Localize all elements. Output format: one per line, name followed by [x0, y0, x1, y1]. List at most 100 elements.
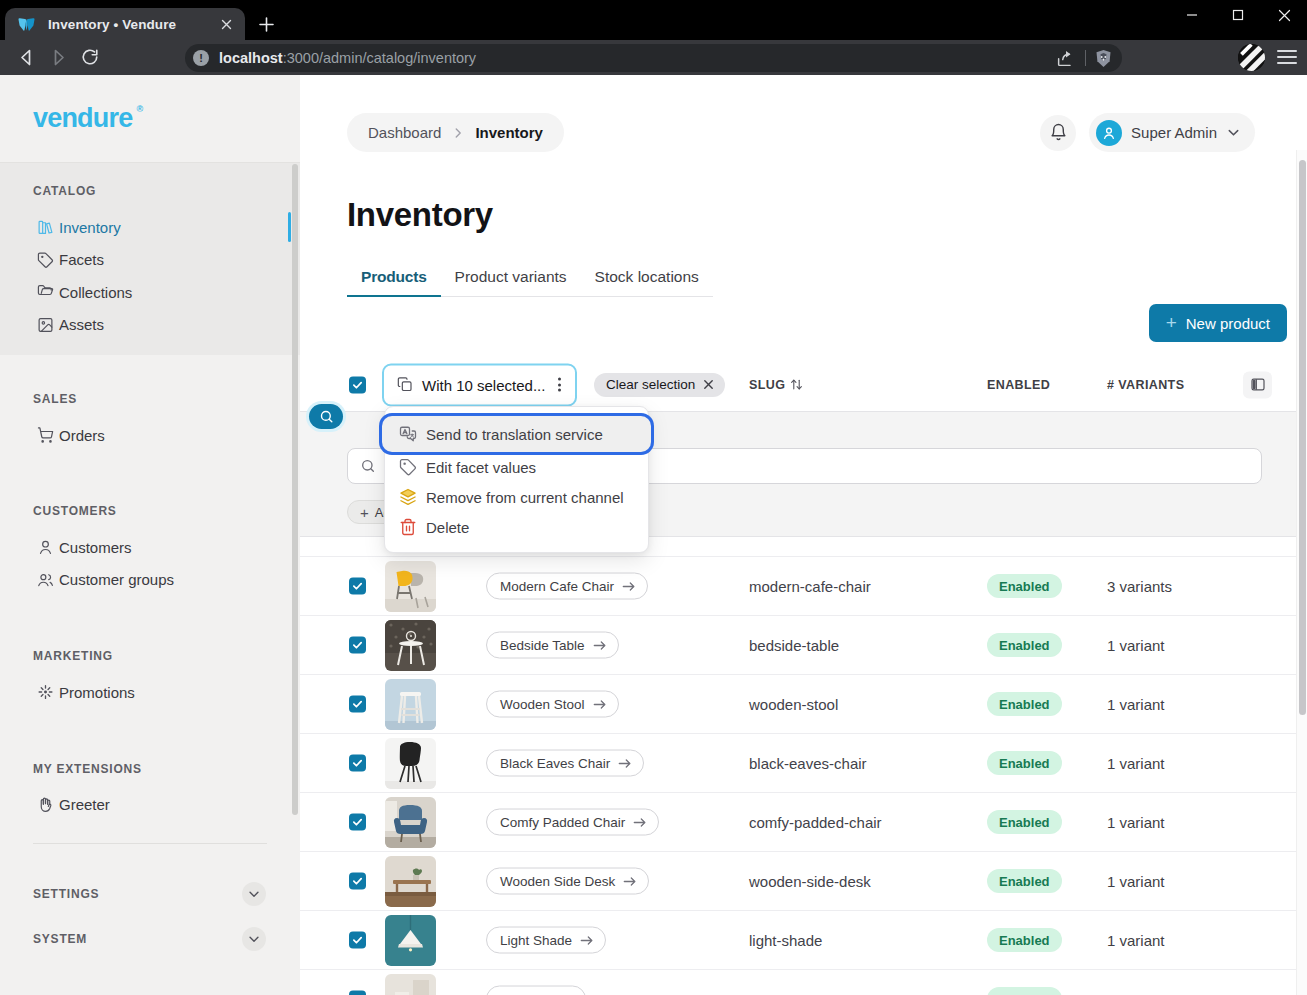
tab-close-icon[interactable]	[217, 15, 235, 33]
window-close-button[interactable]	[1261, 0, 1307, 30]
product-image	[385, 738, 436, 789]
vendure-logo[interactable]: vendure®	[33, 103, 132, 134]
table-row: Modern Cafe Chair modern-cafe-chair Enab…	[300, 557, 1296, 616]
sidebar-section-settings[interactable]: SETTINGS	[0, 878, 300, 910]
menu-item-delete[interactable]: Delete	[390, 512, 643, 542]
arrow-right-icon	[623, 875, 637, 887]
clear-selection-chip[interactable]: Clear selection	[594, 373, 725, 397]
chevron-down-icon[interactable]	[242, 927, 266, 951]
menu-item-send-to-translation-service[interactable]: Send to translation service	[382, 416, 651, 452]
brave-shield-icon[interactable]	[1095, 49, 1112, 68]
reload-button[interactable]	[77, 44, 103, 70]
product-name-link[interactable]: Black Eaves Chair	[486, 750, 644, 777]
new-tab-button[interactable]	[252, 10, 280, 38]
quick-search-button[interactable]	[309, 404, 343, 429]
page-header: Dashboard Inventory Super Admin	[300, 75, 1296, 152]
sidebar-item-assets[interactable]: Assets	[0, 309, 300, 342]
product-name-link[interactable]: Light Shade	[486, 927, 606, 954]
arrow-right-icon	[593, 639, 607, 651]
column-header-enabled: ENABLED	[987, 378, 1050, 392]
new-product-button[interactable]: + New product	[1149, 304, 1287, 342]
column-header-variants: # VARIANTS	[1107, 378, 1184, 392]
sidebar-item-facets[interactable]: Facets	[0, 244, 300, 277]
product-slug: bedside-table	[749, 637, 839, 654]
product-slug: light-shade	[749, 932, 822, 949]
browser-tab[interactable]: Inventory • Vendure	[5, 8, 245, 40]
tabs: ProductsProduct variantsStock locations	[347, 258, 713, 297]
favicon-vendure-icon	[18, 17, 35, 32]
chevron-down-icon[interactable]	[242, 882, 266, 906]
url-text[interactable]: localhost:3000/admin/catalog/inventory	[219, 50, 1056, 66]
with-selected-button[interactable]: With 10 selected...	[382, 363, 577, 406]
browser-profile-avatar[interactable]	[1238, 44, 1265, 71]
address-bar[interactable]: ! localhost:3000/admin/catalog/inventory	[185, 44, 1122, 72]
row-checkbox[interactable]	[349, 873, 366, 890]
product-image	[385, 915, 436, 966]
sidebar-item-customer-groups[interactable]: Customer groups	[0, 564, 300, 597]
bulk-actions-dropdown: Send to translation service Edit facet v…	[384, 406, 649, 553]
menu-item-remove-from-current-channel[interactable]: Remove from current channel	[390, 482, 643, 512]
hand-icon	[37, 796, 54, 814]
status-badge: Enabled	[987, 810, 1062, 834]
breadcrumb-dashboard[interactable]: Dashboard	[368, 124, 441, 141]
row-checkbox[interactable]	[349, 755, 366, 772]
user-icon	[1101, 125, 1117, 141]
row-checkbox[interactable]	[349, 696, 366, 713]
product-name-link[interactable]: Wooden Side Desk	[486, 868, 649, 895]
product-name-link[interactable]: Bedside Table	[486, 632, 619, 659]
url-host: localhost	[219, 50, 283, 66]
sidebar-item-customers[interactable]: Customers	[0, 531, 300, 564]
product-name-link[interactable]	[486, 986, 586, 995]
sidebar-item-greeter[interactable]: Greeter	[0, 789, 300, 822]
tab-product-variants[interactable]: Product variants	[441, 258, 581, 296]
variant-count: 1 variant	[1107, 873, 1165, 890]
menu-item-edit-facet-values[interactable]: Edit facet values	[390, 452, 643, 482]
bulk-action-bar: With 10 selected... Clear selection SLUG…	[300, 358, 1296, 411]
product-slug: wooden-stool	[749, 696, 838, 713]
user-icon	[37, 538, 54, 556]
sidebar-scrollbar[interactable]	[292, 164, 298, 815]
actions-row: + New product	[300, 304, 1287, 342]
product-name-link[interactable]: Modern Cafe Chair	[486, 573, 648, 600]
back-button[interactable]	[13, 44, 39, 70]
tab-products[interactable]: Products	[347, 258, 441, 296]
window-maximize-button[interactable]	[1215, 0, 1261, 30]
sparkles-icon	[37, 683, 54, 701]
sidebar-item-collections[interactable]: Collections	[0, 276, 300, 309]
sidebar-item-inventory[interactable]: Inventory	[0, 211, 300, 244]
sidebar-item-orders[interactable]: Orders	[0, 419, 300, 452]
product-name-link[interactable]: Wooden Stool	[486, 691, 619, 718]
status-badge: Enabled	[987, 928, 1062, 952]
column-header-slug[interactable]: SLUG	[749, 378, 803, 392]
translate-icon	[399, 425, 417, 443]
tag-icon	[37, 251, 54, 269]
row-checkbox[interactable]	[349, 814, 366, 831]
page-scrollbar-thumb[interactable]	[1299, 160, 1306, 715]
plus-icon: +	[1166, 312, 1177, 334]
forward-button[interactable]	[45, 44, 71, 70]
breadcrumb-chevron-icon	[451, 126, 465, 140]
share-icon[interactable]	[1056, 49, 1076, 67]
column-picker-button[interactable]	[1243, 371, 1272, 398]
notifications-button[interactable]	[1040, 115, 1076, 151]
row-checkbox[interactable]	[349, 932, 366, 949]
sidebar-item-promotions[interactable]: Promotions	[0, 676, 300, 709]
row-checkbox[interactable]	[349, 991, 366, 995]
product-name-link[interactable]: Comfy Padded Chair	[486, 809, 659, 836]
arrow-right-icon	[618, 757, 632, 769]
browser-window: Inventory • Vendure	[0, 0, 1307, 995]
table-row: Bedside Table bedside-table Enabled 1 va…	[300, 616, 1296, 675]
product-image	[385, 620, 436, 671]
nav-group-sales: SALES Orders	[0, 355, 300, 452]
site-info-icon[interactable]: !	[193, 50, 209, 66]
tab-stock-locations[interactable]: Stock locations	[581, 258, 713, 296]
page-scrollbar[interactable]	[1296, 150, 1307, 995]
row-checkbox[interactable]	[349, 637, 366, 654]
browser-menu-icon[interactable]	[1277, 47, 1297, 67]
row-checkbox[interactable]	[349, 578, 366, 595]
window-minimize-button[interactable]	[1169, 0, 1215, 30]
select-all-checkbox[interactable]	[349, 376, 366, 393]
user-menu[interactable]: Super Admin	[1089, 113, 1255, 152]
sidebar-section-system[interactable]: SYSTEM	[0, 923, 300, 955]
product-slug: comfy-padded-chair	[749, 814, 882, 831]
